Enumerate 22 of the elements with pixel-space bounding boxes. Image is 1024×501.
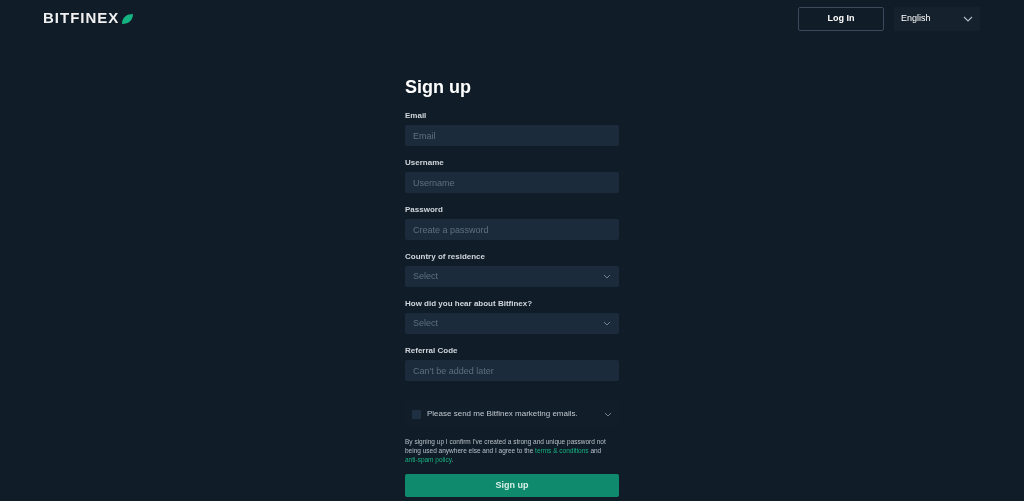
field-label: Referral Code xyxy=(405,346,459,356)
checkbox-label: Please send me Bitfinex marketing emails. xyxy=(427,408,579,420)
field-label: Country of residence xyxy=(405,252,486,262)
login-button[interactable]: Log In xyxy=(798,6,884,31)
field-label: Username xyxy=(405,158,445,168)
input-field[interactable]: Username xyxy=(405,172,619,193)
signup-button[interactable]: Sign up xyxy=(405,474,619,497)
field-label: Email xyxy=(405,111,428,121)
field-label: Password xyxy=(405,205,444,215)
form-title: Sign up xyxy=(405,77,472,97)
checkbox[interactable] xyxy=(412,409,421,419)
field-label: How did you hear about Bitfinex? xyxy=(405,299,534,309)
chevron-down-icon xyxy=(963,15,973,22)
language-select[interactable]: English xyxy=(894,6,980,31)
chevron-down-icon xyxy=(603,321,611,326)
input-field[interactable]: Email xyxy=(405,125,619,146)
input-field[interactable]: Can't be added later xyxy=(405,360,619,381)
leaf-icon xyxy=(121,12,135,25)
chevron-down-icon xyxy=(603,274,611,279)
logo-text[interactable]: BITFINEX xyxy=(43,7,120,30)
input-field[interactable]: Create a password xyxy=(405,219,619,240)
chevron-down-icon xyxy=(604,411,612,417)
